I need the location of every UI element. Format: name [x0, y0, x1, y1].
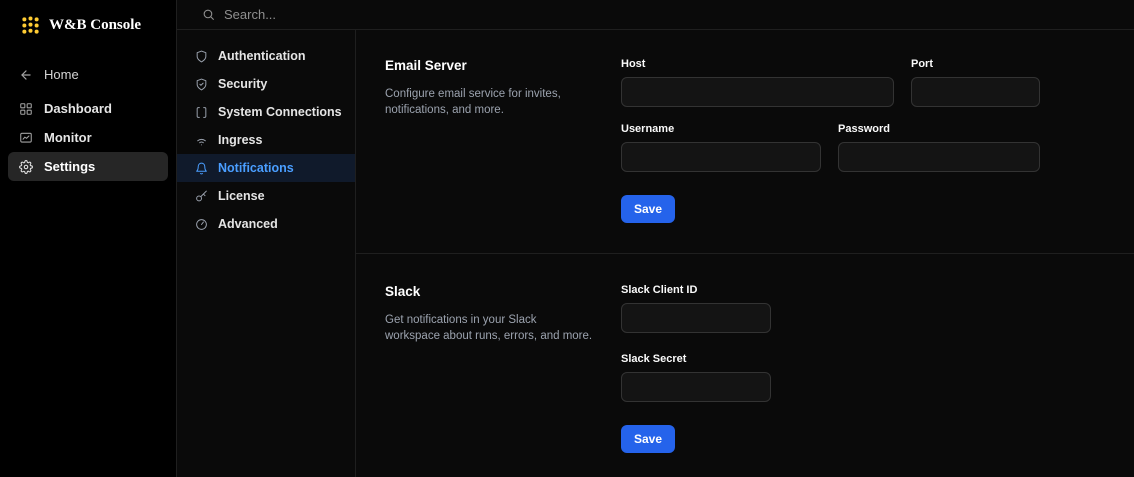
settings-nav-authentication[interactable]: Authentication	[177, 42, 355, 70]
host-input[interactable]	[621, 77, 894, 107]
settings-nav-label: Notifications	[218, 161, 294, 175]
settings-nav-label: Ingress	[218, 133, 263, 147]
shield-icon	[195, 50, 208, 63]
gauge-icon	[195, 218, 208, 231]
bell-icon	[195, 162, 208, 175]
search-icon	[202, 8, 215, 21]
sidebar-item-settings[interactable]: Settings	[8, 152, 168, 181]
host-field: Host	[621, 58, 894, 107]
host-label: Host	[621, 58, 646, 70]
sidebar-item-label: Monitor	[44, 130, 92, 145]
settings-nav-advanced[interactable]: Advanced	[177, 210, 355, 238]
grid-icon	[19, 102, 33, 116]
settings-nav-ingress[interactable]: Ingress	[177, 126, 355, 154]
search-input[interactable]	[224, 7, 544, 22]
monitor-icon	[19, 131, 33, 145]
sidebar-item-home[interactable]: Home	[8, 60, 168, 89]
settings-nav-label: Advanced	[218, 217, 278, 231]
email-save-button[interactable]: Save	[621, 195, 676, 223]
sidebar-item-dashboard[interactable]: Dashboard	[8, 94, 168, 123]
primary-nav: Home Dashboard Monitor Settings	[0, 46, 176, 181]
email-server-section: Email Server Configure email service for…	[356, 30, 1134, 254]
slack-client-id-field: Slack Client ID	[621, 284, 771, 333]
port-input[interactable]	[911, 77, 1040, 107]
username-input[interactable]	[621, 142, 821, 172]
brand-title: W&B Console	[49, 17, 142, 33]
settings-main: Email Server Configure email service for…	[356, 30, 1134, 477]
settings-nav-label: Authentication	[218, 49, 306, 63]
settings-nav-label: System Connections	[218, 105, 342, 119]
slack-save-button[interactable]: Save	[621, 425, 676, 453]
settings-nav-label: Security	[218, 77, 268, 91]
slack-secret-label: Slack Secret	[621, 353, 687, 365]
email-section-description: Configure email service for invites, not…	[385, 88, 561, 117]
slack-section-description: Get notifications in your Slack workspac…	[385, 314, 593, 343]
slack-secret-input[interactable]	[621, 372, 771, 402]
settings-nav-license[interactable]: License	[177, 182, 355, 210]
port-field: Port	[911, 58, 1040, 107]
slack-client-id-input[interactable]	[621, 303, 771, 333]
settings-nav-security[interactable]: Security	[177, 70, 355, 98]
sidebar-item-label: Settings	[44, 159, 96, 174]
password-label: Password	[838, 123, 890, 135]
slack-client-id-label: Slack Client ID	[621, 284, 698, 296]
key-icon	[195, 190, 208, 203]
wifi-icon	[195, 134, 208, 147]
settings-nav-label: License	[218, 189, 265, 203]
port-label: Port	[911, 58, 933, 70]
password-field: Password	[838, 123, 1040, 172]
topbar	[177, 0, 1134, 30]
brackets-icon	[195, 106, 208, 119]
username-field: Username	[621, 123, 821, 172]
sidebar-item-label: Home	[44, 67, 79, 82]
sidebar-item-monitor[interactable]: Monitor	[8, 123, 168, 152]
arrow-left-icon	[19, 68, 33, 82]
sidebar-item-label: Dashboard	[44, 101, 112, 116]
gear-icon	[19, 159, 33, 174]
shield-check-icon	[195, 78, 208, 91]
email-section-title: Email Server	[385, 58, 467, 73]
password-input[interactable]	[838, 142, 1040, 172]
settings-nav-notifications[interactable]: Notifications	[177, 154, 355, 182]
slack-section: Slack Get notifications in your Slack wo…	[356, 254, 1134, 453]
slack-secret-field: Slack Secret	[621, 353, 771, 402]
slack-section-title: Slack	[385, 284, 421, 299]
wandb-logo-icon	[20, 15, 41, 36]
username-label: Username	[621, 123, 675, 135]
app-sidebar: W&B Console Home Dashboard Monitor Setti…	[0, 0, 177, 477]
settings-nav-system-connections[interactable]: System Connections	[177, 98, 355, 126]
settings-nav: Authentication Security System Connectio…	[177, 30, 356, 477]
brand: W&B Console	[0, 0, 176, 46]
